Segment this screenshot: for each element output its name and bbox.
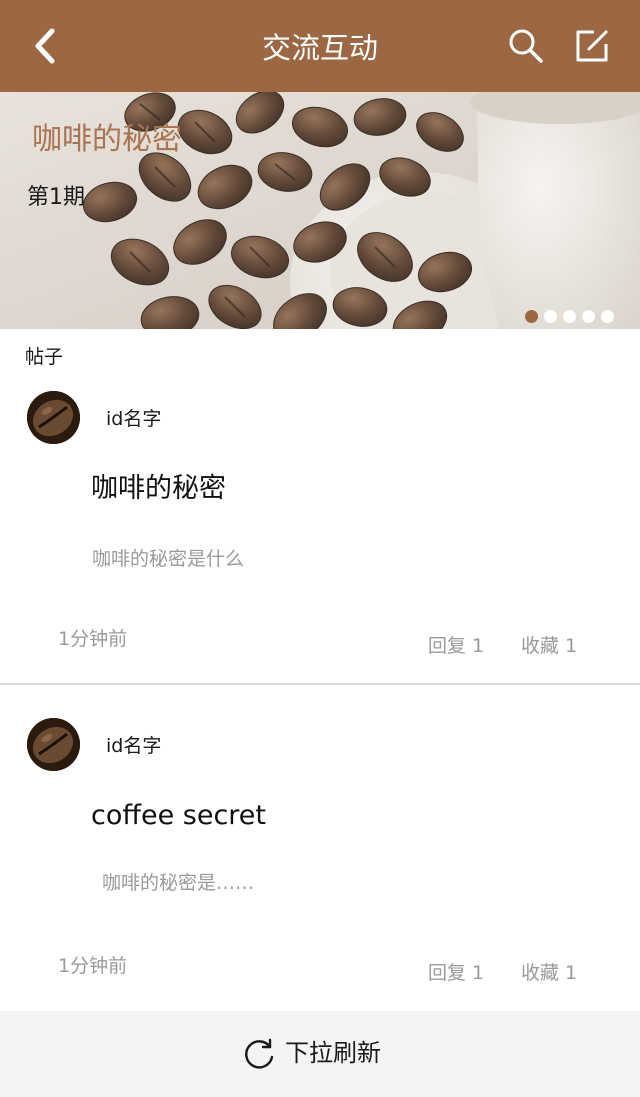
post-item[interactable]: id名字 咖啡的秘密 咖啡的秘密是什么 1分钟前 回复 1 收藏 1 — [0, 391, 640, 711]
reply-count[interactable]: 回复 1 — [428, 632, 484, 660]
favorite-count[interactable]: 收藏 1 — [521, 959, 577, 987]
edit-icon[interactable] — [572, 26, 612, 66]
carousel-dot-4[interactable] — [582, 310, 595, 323]
post-title: 咖啡的秘密 — [91, 473, 226, 504]
posts-section-label: 帖子 — [25, 346, 64, 368]
carousel-dot-1[interactable] — [525, 310, 538, 323]
carousel-indicator — [525, 310, 614, 323]
app-header: 交流互动 — [0, 0, 640, 92]
featured-banner[interactable]: 咖啡的秘密 第1期 — [0, 92, 640, 329]
banner-issue: 第1期 — [27, 185, 85, 210]
post-title: coffee secret — [91, 800, 266, 831]
post-summary: 咖啡的秘密是什么 — [92, 548, 245, 570]
avatar[interactable] — [27, 391, 80, 444]
search-icon[interactable] — [506, 26, 546, 66]
carousel-dot-5[interactable] — [601, 310, 614, 323]
carousel-dot-2[interactable] — [544, 310, 557, 323]
post-username[interactable]: id名字 — [106, 732, 161, 760]
post-time: 1分钟前 — [58, 955, 128, 977]
post-divider — [0, 683, 640, 685]
refresh-icon — [245, 1038, 274, 1069]
post-item[interactable]: id名字 coffee secret 咖啡的秘密是…… 1分钟前 回复 1 收藏… — [0, 718, 640, 1038]
carousel-dot-3[interactable] — [563, 310, 576, 323]
post-summary: 咖啡的秘密是…… — [102, 872, 255, 894]
post-username[interactable]: id名字 — [106, 405, 161, 433]
refresh-label: 下拉刷新 — [285, 1039, 381, 1067]
pull-to-refresh-bar[interactable]: 下拉刷新 — [0, 1011, 640, 1097]
reply-count[interactable]: 回复 1 — [428, 959, 484, 987]
post-time: 1分钟前 — [58, 628, 128, 650]
banner-title: 咖啡的秘密 — [32, 122, 182, 157]
avatar[interactable] — [27, 718, 80, 771]
favorite-count[interactable]: 收藏 1 — [521, 632, 577, 660]
